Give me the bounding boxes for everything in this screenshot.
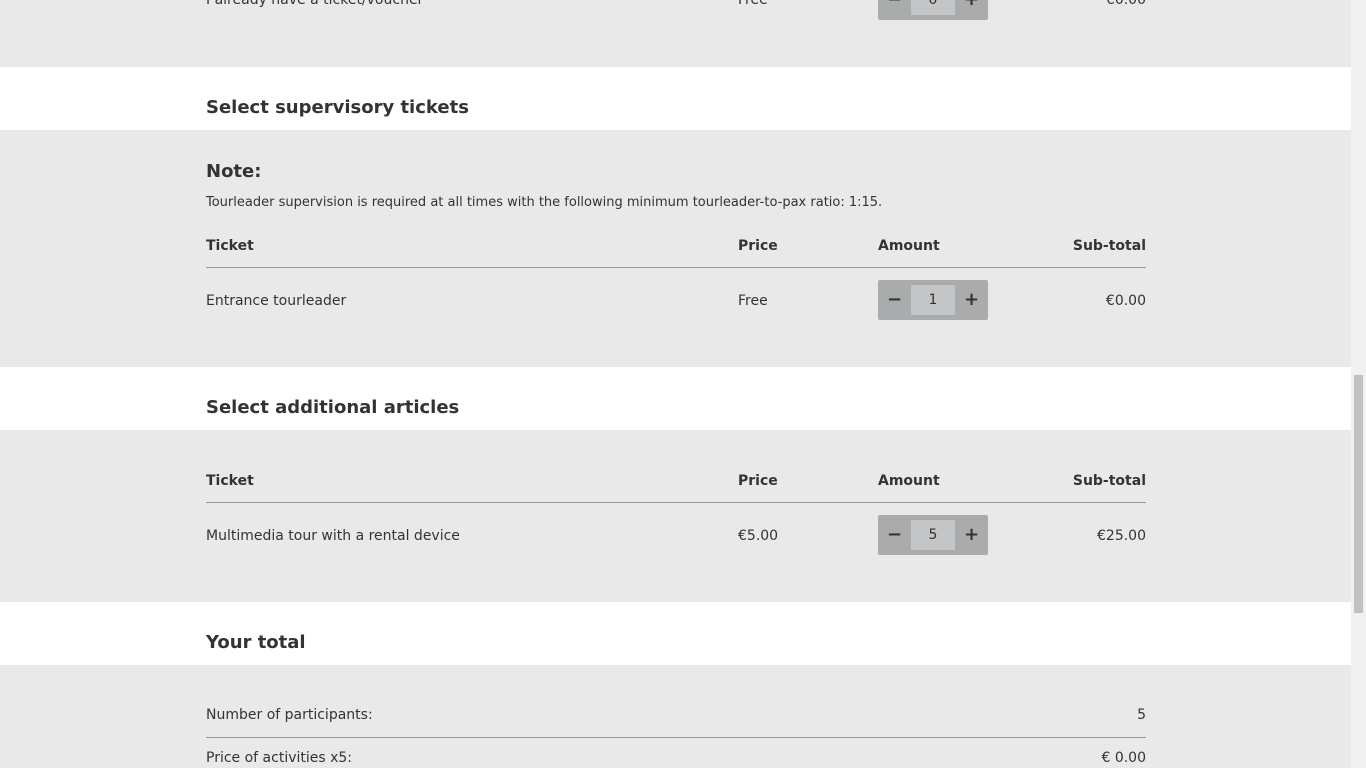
quantity-stepper: − 5 + (878, 515, 988, 555)
header-price: Price (738, 473, 778, 489)
activities-value: € 0.00 (1101, 750, 1146, 766)
increase-button[interactable]: + (955, 280, 988, 320)
table-row: I already have a ticket/voucher Free €0.… (206, 0, 1146, 12)
ticket-price: €5.00 (738, 528, 779, 544)
table-divider (206, 267, 1146, 268)
header-ticket: Ticket (206, 473, 254, 489)
quantity-stepper: − 1 + (878, 280, 988, 320)
ticket-subtotal: €0.00 (1105, 0, 1146, 8)
table-row: Multimedia tour with a rental device €5.… (206, 528, 1146, 548)
decrease-button[interactable]: − (878, 0, 911, 20)
participants-value: 5 (1137, 707, 1146, 723)
header-amount: Amount (878, 238, 940, 254)
section-title-total: Your total (206, 632, 306, 653)
ticket-price: Free (738, 293, 768, 309)
decrease-button[interactable]: − (878, 515, 911, 555)
table-header: Ticket Price Amount Sub-total (206, 238, 1146, 258)
ticket-name: Entrance tourleader (206, 293, 347, 309)
quantity-stepper: − 0 + (878, 0, 988, 20)
scrollbar-thumb[interactable] (1354, 375, 1363, 613)
total-divider (206, 737, 1146, 738)
total-row-activities: Price of activities x5: € 0.00 (206, 750, 1146, 768)
ticket-price: Free (738, 0, 768, 8)
table-header: Ticket Price Amount Sub-total (206, 473, 1146, 493)
participants-label: Number of participants: (206, 707, 373, 723)
section-title-supervisory: Select supervisory tickets (206, 97, 469, 118)
page-scrollbar[interactable] (1351, 0, 1366, 768)
quantity-value[interactable]: 1 (911, 285, 955, 315)
additional-section (0, 430, 1351, 602)
total-row-participants: Number of participants: 5 (206, 707, 1146, 727)
ticket-subtotal: €0.00 (1105, 293, 1146, 309)
note-text: Tourleader supervision is required at al… (206, 195, 883, 210)
header-subtotal: Sub-total (1072, 473, 1146, 489)
header-price: Price (738, 238, 778, 254)
increase-button[interactable]: + (955, 515, 988, 555)
additional-header-band (0, 367, 1351, 430)
activities-label: Price of activities x5: (206, 750, 353, 766)
table-row: Entrance tourleader Free €0.00 (206, 293, 1146, 313)
header-ticket: Ticket (206, 238, 254, 254)
increase-button[interactable]: + (955, 0, 988, 20)
total-header-band (0, 602, 1351, 665)
ticket-subtotal: €25.00 (1097, 528, 1146, 544)
header-subtotal: Sub-total (1072, 238, 1146, 254)
header-amount: Amount (878, 473, 940, 489)
booking-page: I already have a ticket/voucher Free €0.… (0, 0, 1351, 768)
supervisory-header-band (0, 67, 1351, 130)
quantity-value[interactable]: 0 (911, 0, 955, 15)
quantity-value[interactable]: 5 (911, 520, 955, 550)
section-title-additional: Select additional articles (206, 397, 460, 418)
table-divider (206, 502, 1146, 503)
ticket-name: Multimedia tour with a rental device (206, 528, 460, 544)
note-title: Note: (206, 161, 262, 182)
ticket-name: I already have a ticket/voucher (206, 0, 424, 8)
decrease-button[interactable]: − (878, 280, 911, 320)
